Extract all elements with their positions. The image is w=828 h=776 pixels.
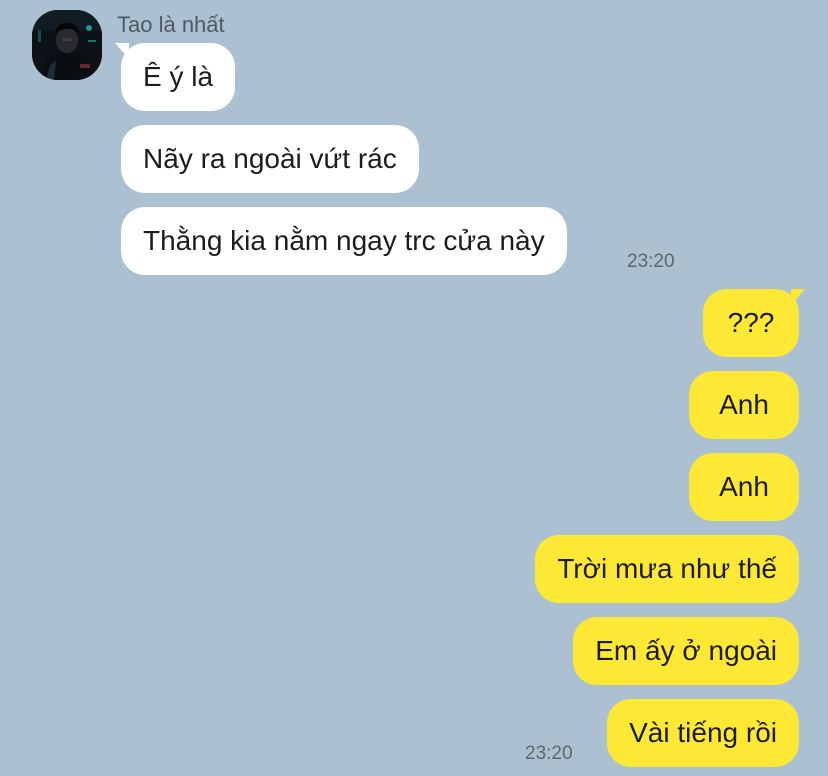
contact-avatar[interactable] bbox=[32, 10, 102, 80]
outgoing-message[interactable]: Trời mưa như thế bbox=[535, 535, 799, 603]
message-text: ??? bbox=[727, 307, 775, 338]
message-text: Vài tiếng rồi bbox=[629, 717, 777, 748]
outgoing-message[interactable]: Anh bbox=[689, 371, 799, 439]
chat-view: Tao là nhất Ê ý là Nãy ra ngoài vứt rác … bbox=[0, 0, 828, 776]
message-timestamp: 23:20 bbox=[525, 743, 573, 764]
message-text: Anh bbox=[719, 471, 769, 502]
outgoing-message[interactable]: Anh bbox=[689, 453, 799, 521]
message-text: Nãy ra ngoài vứt rác bbox=[143, 143, 397, 174]
bubble-tail bbox=[115, 43, 129, 59]
incoming-message[interactable]: Nãy ra ngoài vứt rác bbox=[121, 125, 419, 193]
message-text: Anh bbox=[719, 389, 769, 420]
message-text: Trời mưa như thế bbox=[557, 553, 777, 584]
incoming-message[interactable]: Ê ý là bbox=[115, 43, 236, 111]
message-timestamp: 23:20 bbox=[627, 251, 675, 272]
incoming-message[interactable]: Thằng kia nằm ngay trc cửa này bbox=[121, 207, 567, 275]
bubble-tail bbox=[791, 289, 805, 305]
message-text: Thằng kia nằm ngay trc cửa này bbox=[143, 225, 545, 256]
sender-name: Tao là nhất bbox=[117, 12, 225, 37]
outgoing-message[interactable]: Vài tiếng rồi bbox=[607, 699, 799, 767]
outgoing-message[interactable]: ??? bbox=[703, 289, 805, 357]
outgoing-message[interactable]: Em ấy ở ngoài bbox=[573, 617, 799, 685]
message-text: Ê ý là bbox=[143, 61, 214, 92]
profile-photo-icon bbox=[32, 10, 102, 80]
message-text: Em ấy ở ngoài bbox=[595, 635, 777, 666]
